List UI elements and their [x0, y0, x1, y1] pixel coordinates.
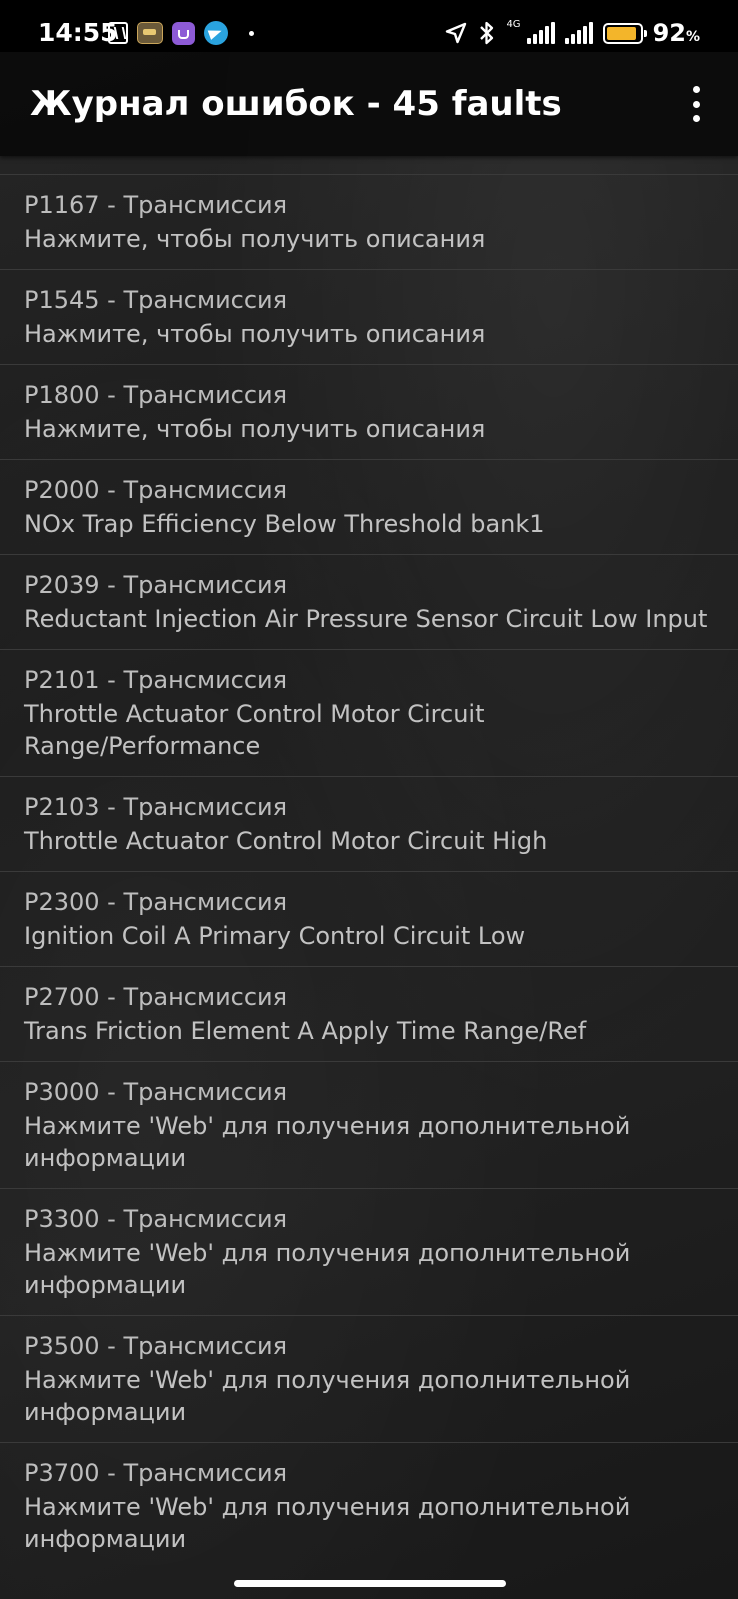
- battery-percent: 92%: [652, 19, 700, 47]
- fault-list-item[interactable]: P2300 - Трансмиссия Ignition Coil A Prima…: [0, 872, 738, 967]
- obd-app-icon: [137, 22, 163, 44]
- network-type-label: 4G: [506, 19, 521, 30]
- fault-list-item[interactable]: P1167 - Трансмиссия Нажмите, чтобы получи…: [0, 175, 738, 270]
- fault-description: Trans Friction Element A Apply Time Rang…: [24, 1017, 587, 1045]
- fault-code-label: P2103 - Трансмиссия: [24, 793, 288, 821]
- signal-strength-sim2-icon: [564, 22, 593, 44]
- fault-list-item[interactable]: P3500 - Трансмиссия Нажмите 'Web' для пол…: [0, 1316, 738, 1443]
- fault-code-label: P3000 - Трансмиссия: [24, 1078, 288, 1106]
- fault-list-item[interactable]: P3700 - Трансмиссия Нажмите 'Web' для пол…: [0, 1443, 738, 1566]
- shop-app-icon: [172, 21, 195, 45]
- page-title: Журнал ошибок - 45 faults: [30, 84, 562, 124]
- more-notifications-dot-icon: [249, 30, 254, 36]
- fault-list-item[interactable]: P3000 - Трансмиссия Нажмите 'Web' для пол…: [0, 1062, 738, 1189]
- fault-description: Нажмите 'Web' для получения дополнительн…: [24, 1366, 631, 1426]
- fault-list-item[interactable]: P2000 - Трансмиссия NOx Trap Efficiency B…: [0, 460, 738, 555]
- fault-code-label: P3700 - Трансмиссия: [24, 1459, 288, 1487]
- fault-list-item[interactable]: P2039 - Трансмиссия Reductant Injection A…: [0, 555, 738, 650]
- nfc-icon: [108, 22, 128, 44]
- fault-code-label: P2700 - Трансмиссия: [24, 983, 288, 1011]
- fault-list-item[interactable]: P3300 - Трансмиссия Нажмите 'Web' для пол…: [0, 1189, 738, 1316]
- app-bar: Журнал ошибок - 45 faults: [0, 52, 738, 156]
- status-bar: 14:55 4G 92%: [0, 0, 738, 52]
- fault-description: Нажмите 'Web' для получения дополнительн…: [24, 1239, 631, 1299]
- home-indicator[interactable]: [234, 1580, 506, 1587]
- fault-description: Reductant Injection Air Pressure Sensor …: [24, 605, 708, 633]
- fault-list-item[interactable]: P2700 - Трансмиссия Trans Friction Elemen…: [0, 967, 738, 1062]
- notification-icons: [108, 18, 254, 48]
- fault-list[interactable]: P1167 - Трансмиссия Нажмите, чтобы получи…: [0, 156, 738, 1566]
- more-vert-icon[interactable]: [684, 86, 708, 122]
- bluetooth-icon: [480, 21, 494, 45]
- fault-description: Нажмите, чтобы получить описания: [24, 415, 486, 443]
- fault-description: Нажмите 'Web' для получения дополнительн…: [24, 1493, 631, 1553]
- fault-code-label: P2300 - Трансмиссия: [24, 888, 288, 916]
- fault-code-label: P1167 - Трансмиссия: [24, 191, 288, 219]
- fault-code-label: P3500 - Трансмиссия: [24, 1332, 288, 1360]
- signal-strength-icon: [526, 22, 555, 44]
- telegram-icon: [204, 21, 228, 45]
- fault-description: Нажмите 'Web' для получения дополнительн…: [24, 1112, 631, 1172]
- fault-description: Throttle Actuator Control Motor Circuit …: [24, 827, 548, 855]
- status-time: 14:55: [38, 18, 118, 47]
- fault-code-label: P1800 - Трансмиссия: [24, 381, 288, 409]
- location-icon: [446, 22, 467, 44]
- fault-description: Нажмите, чтобы получить описания: [24, 320, 486, 348]
- fault-description: Нажмите, чтобы получить описания: [24, 225, 486, 253]
- fault-list-item[interactable]: P1800 - Трансмиссия Нажмите, чтобы получи…: [0, 365, 738, 460]
- fault-description: NOx Trap Efficiency Below Threshold bank…: [24, 510, 545, 538]
- fault-code-label: P2000 - Трансмиссия: [24, 476, 288, 504]
- fault-code-label: P3300 - Трансмиссия: [24, 1205, 288, 1233]
- fault-description: Ignition Coil A Primary Control Circuit …: [24, 922, 526, 950]
- screen: 14:55 4G 92% Журнал ошибок - 45 faults P…: [0, 0, 738, 1599]
- fault-list-item[interactable]: P2101 - Трансмиссия Throttle Actuator Con…: [0, 650, 738, 777]
- fault-code-label: P1545 - Трансмиссия: [24, 286, 288, 314]
- fault-description: Throttle Actuator Control Motor Circuit …: [24, 700, 485, 760]
- battery-fill: [606, 26, 636, 40]
- fault-list-item[interactable]: P1545 - Трансмиссия Нажмите, чтобы получи…: [0, 270, 738, 365]
- system-icons: 4G 92%: [444, 18, 700, 48]
- fault-list-item[interactable]: P2103 - Трансмиссия Throttle Actuator Con…: [0, 777, 738, 872]
- fault-code-label: P2101 - Трансмиссия: [24, 666, 288, 694]
- battery-icon: [602, 22, 647, 44]
- list-item-partial: [0, 156, 738, 175]
- fault-code-label: P2039 - Трансмиссия: [24, 571, 288, 599]
